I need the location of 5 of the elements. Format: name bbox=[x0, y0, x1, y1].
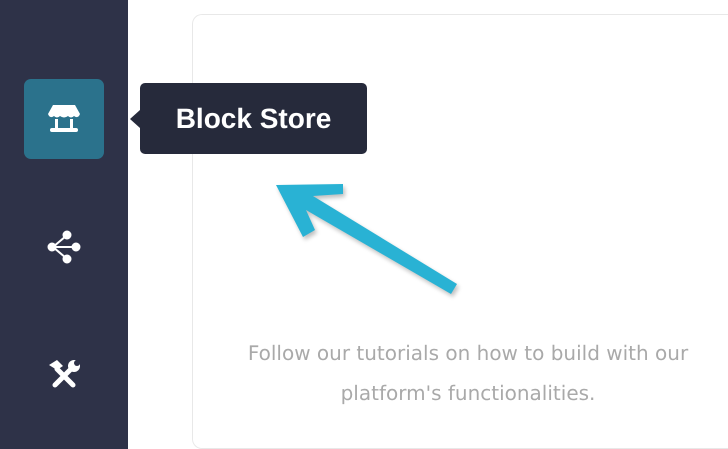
card-description: Follow our tutorials on how to build with our platform's functionalities. bbox=[246, 340, 690, 407]
tooltip-text: Block Store bbox=[176, 102, 332, 134]
sidebar-item[interactable] bbox=[24, 79, 104, 159]
share-icon bbox=[47, 230, 81, 264]
store-icon bbox=[47, 104, 81, 134]
